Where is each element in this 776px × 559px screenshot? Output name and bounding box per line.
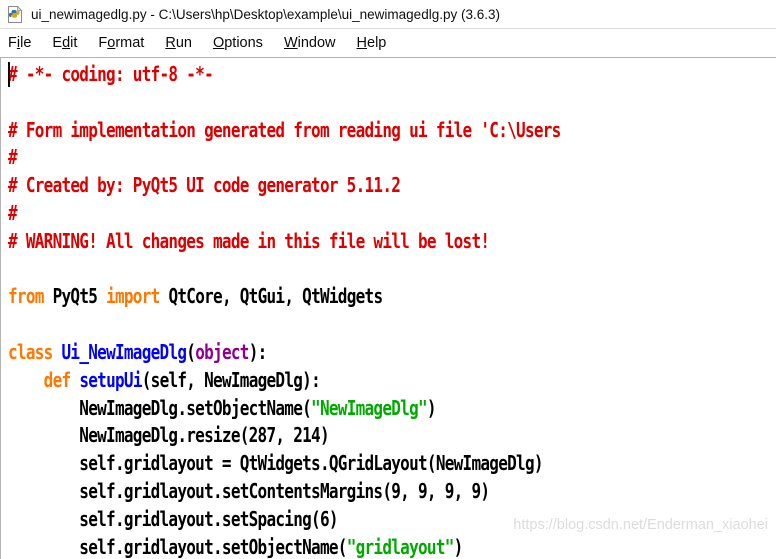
code-token-comment: # [8, 200, 18, 225]
code-token-plain: self.gridlayout = QtWidgets.QGridLayout(… [8, 451, 543, 476]
python-file-icon [7, 5, 24, 23]
code-editor[interactable]: # -*- coding: utf-8 -*- # Form implement… [0, 57, 776, 559]
code-token-string: "NewImageDlg" [311, 395, 428, 420]
menu-item-format[interactable]: Format [98, 36, 144, 51]
code-line: from PyQt5 import QtCore, QtGui, QtWidge… [8, 283, 776, 311]
code-token-keyword: import [106, 284, 160, 309]
code-token-comment: # [8, 145, 18, 170]
code-token-plain: NewImageDlg.resize(287, 214) [8, 423, 329, 448]
menu-item-file[interactable]: File [8, 36, 31, 51]
code-line: def setupUi(self, NewImageDlg): [8, 367, 776, 395]
code-token-plain: NewImageDlg.setObjectName( [8, 395, 312, 420]
menu-item-help[interactable]: Help [357, 36, 387, 51]
code-token-definition: Ui_NewImageDlg [61, 339, 188, 364]
code-token-comment: # WARNING! All changes made in this file… [8, 228, 490, 253]
code-token-keyword: class [8, 339, 53, 364]
code-token-builtin: object [195, 339, 249, 364]
code-token-definition: setupUi [79, 367, 142, 392]
code-token-plain: QtCore, QtGui, QtWidgets [159, 284, 383, 309]
code-token-keyword: from [8, 284, 44, 309]
menu-item-window[interactable]: Window [284, 36, 336, 51]
code-line: # Form implementation generated from rea… [8, 117, 776, 145]
code-line: class Ui_NewImageDlg(object): [8, 339, 776, 367]
code-token-plain: ) [426, 395, 437, 420]
code-token-plain: ) [453, 534, 464, 559]
code-line: # WARNING! All changes made in this file… [8, 228, 776, 256]
code-line: NewImageDlg.setObjectName("NewImageDlg") [8, 395, 776, 423]
title-bar: ui_newimagedlg.py - C:\Users\hp\Desktop\… [0, 0, 776, 28]
idle-editor-window: ui_newimagedlg.py - C:\Users\hp\Desktop\… [0, 0, 776, 559]
text-caret [8, 62, 10, 87]
code-line: # [8, 200, 776, 228]
menu-item-options[interactable]: Options [213, 36, 263, 51]
code-token-plain: (self, NewImageDlg): [141, 367, 321, 392]
code-text-surface[interactable]: # -*- coding: utf-8 -*- # Form implement… [1, 58, 776, 559]
code-token-plain: self.gridlayout.setContentsMargins(9, 9,… [8, 478, 490, 503]
menu-item-run[interactable]: Run [165, 36, 192, 51]
code-line: self.gridlayout.setContentsMargins(9, 9,… [8, 478, 776, 506]
window-title: ui_newimagedlg.py - C:\Users\hp\Desktop\… [31, 6, 500, 22]
code-token-comment: # Form implementation generated from rea… [8, 117, 561, 142]
code-token-plain: self.gridlayout.setObjectName( [8, 534, 347, 559]
code-line: self.gridlayout.setObjectName("gridlayou… [8, 534, 776, 559]
menu-item-edit[interactable]: Edit [52, 36, 77, 51]
code-line: self.gridlayout.setSpacing(6) [8, 506, 776, 534]
menu-bar[interactable]: File Edit Format Run Options Window Help [0, 28, 776, 57]
code-token-plain: ): [248, 339, 268, 364]
code-token-string: "gridlayout" [346, 534, 455, 559]
code-token-comment: # Created by: PyQt5 UI code generator 5.… [8, 173, 401, 198]
code-token-keyword: def [43, 367, 71, 392]
code-line: # Created by: PyQt5 UI code generator 5.… [8, 172, 776, 200]
code-line: # -*- coding: utf-8 -*- [8, 61, 776, 89]
code-token-plain: PyQt5 [43, 284, 107, 309]
code-token-plain: self.gridlayout.setSpacing(6) [8, 506, 338, 531]
code-token-comment: # -*- coding: utf-8 -*- [8, 62, 214, 86]
code-line: # [8, 144, 776, 172]
code-token-plain: ( [186, 339, 196, 364]
code-line: self.gridlayout = QtWidgets.QGridLayout(… [8, 450, 776, 478]
code-line: NewImageDlg.resize(287, 214) [8, 422, 776, 450]
